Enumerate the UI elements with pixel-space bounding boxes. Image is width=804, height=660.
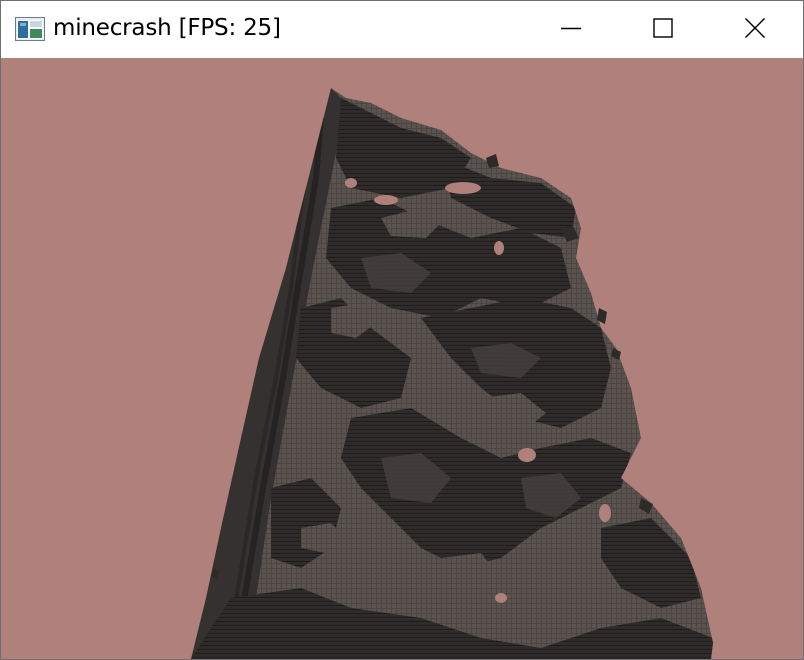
app-window-icon bbox=[15, 17, 45, 41]
maximize-button[interactable] bbox=[617, 1, 709, 58]
title-bar[interactable]: minecrash [FPS: 25] bbox=[1, 1, 803, 58]
maximize-icon bbox=[652, 17, 674, 43]
minimize-button[interactable] bbox=[525, 1, 617, 58]
window-title: minecrash [FPS: 25] bbox=[53, 15, 281, 41]
voxel-terrain-render bbox=[191, 88, 713, 659]
game-viewport[interactable] bbox=[1, 58, 803, 659]
app-window: minecrash [FPS: 25] bbox=[0, 0, 804, 660]
close-icon bbox=[744, 17, 766, 43]
minimize-icon bbox=[560, 17, 582, 43]
close-button[interactable] bbox=[709, 1, 801, 58]
